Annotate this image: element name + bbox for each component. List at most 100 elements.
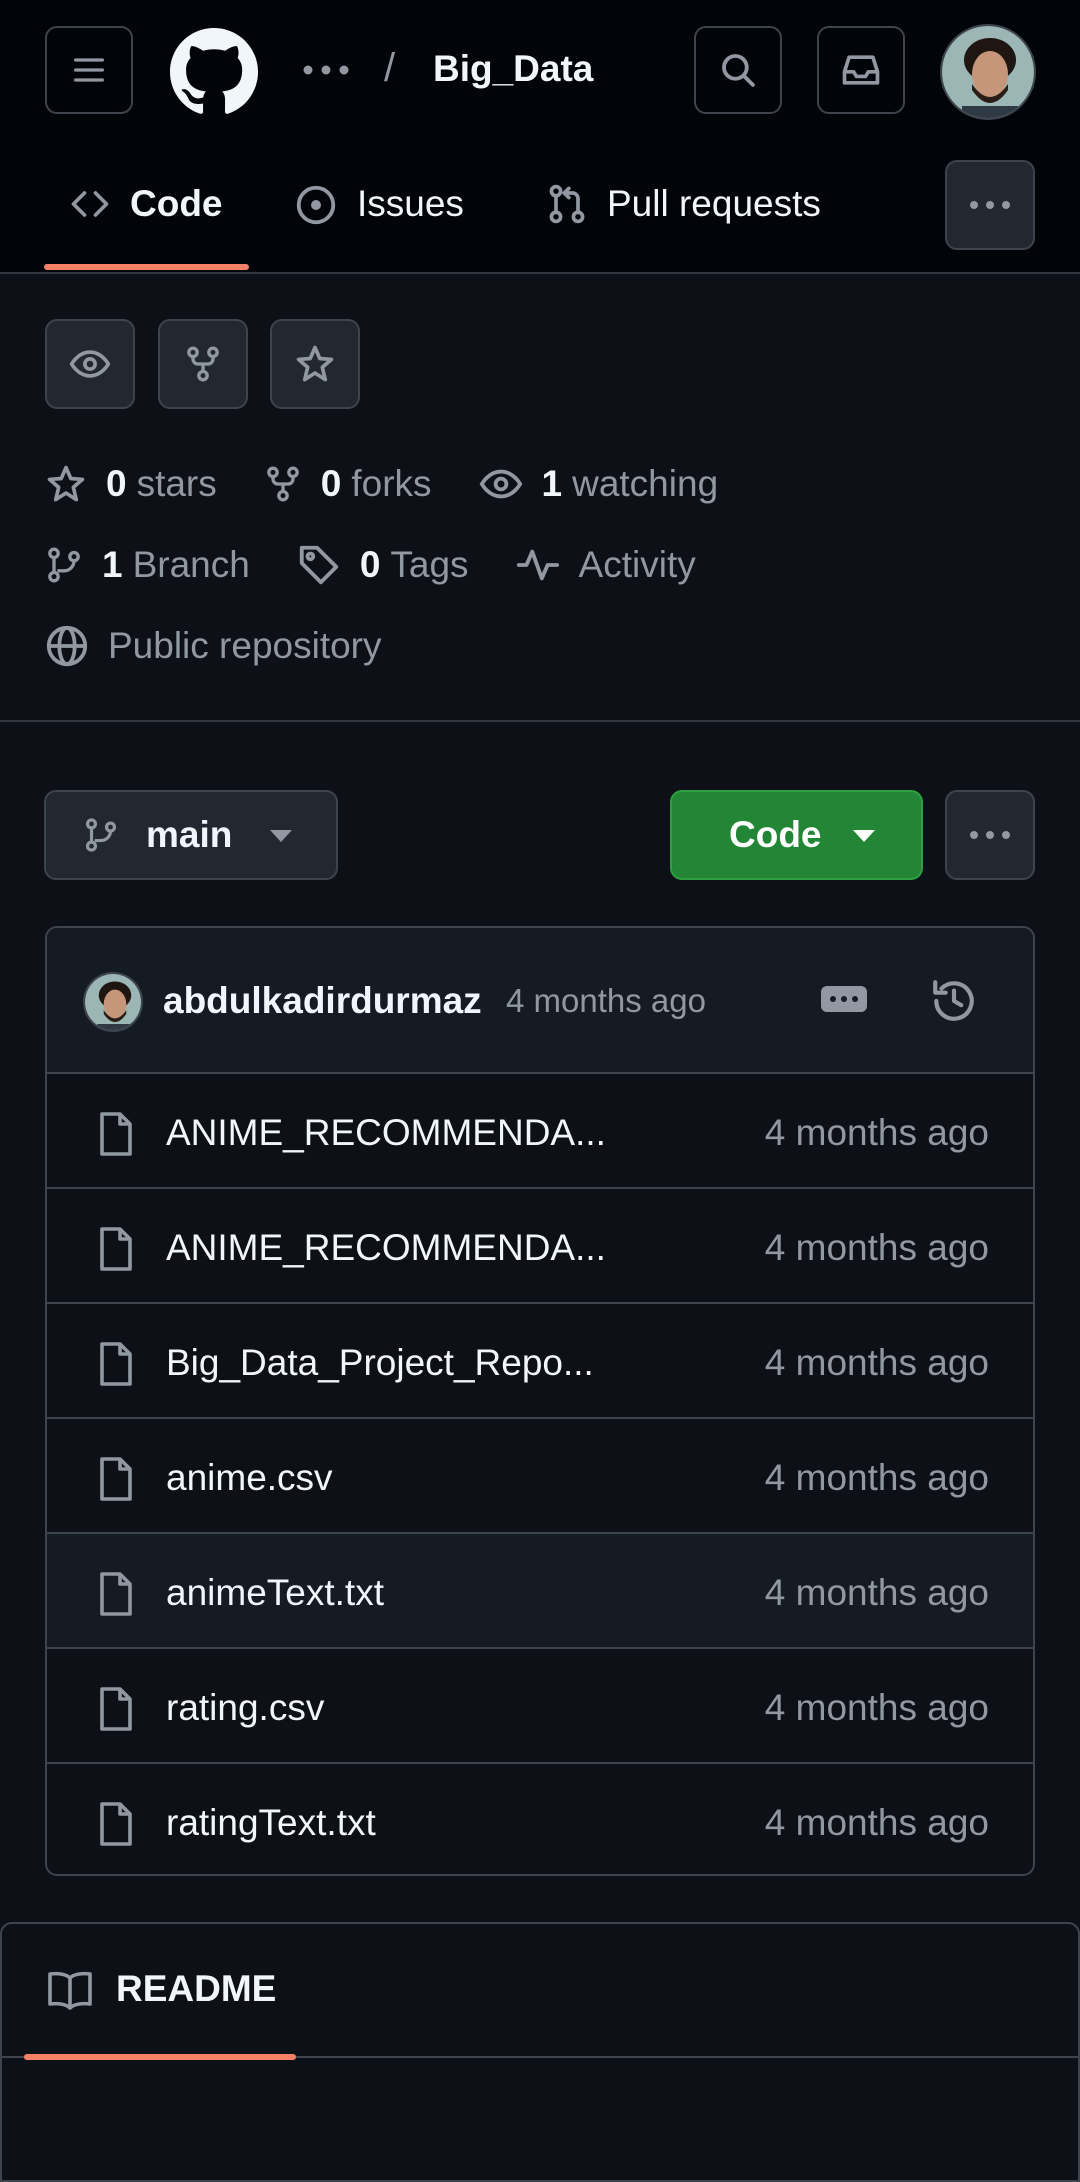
watching-link[interactable]: 1 watching [478,461,719,507]
app-header: / Big_Data Code Issues Pull requests [0,0,1080,274]
visibility-label: Public repository [108,625,382,666]
tab-code-label: Code [130,183,223,224]
latest-commit-row: abdulkadirdurmaz 4 months ago [47,928,1033,1074]
breadcrumb-overflow-icon[interactable] [300,48,352,92]
tab-issues[interactable]: Issues [293,160,464,274]
active-tab-indicator [44,264,249,270]
tags-label: Tags [390,544,469,585]
readme-panel: README [0,1922,1080,2182]
tag-icon [299,545,338,585]
forks-link[interactable]: 0 forks [263,463,432,505]
watch-button[interactable] [45,319,135,409]
commit-author-avatar[interactable] [83,972,143,1032]
branch-icon [48,547,80,583]
file-icon [100,1227,132,1271]
file-row[interactable]: animeText.txt 4 months ago [47,1534,1033,1649]
file-icon [100,1687,132,1731]
forks-label: forks [351,463,432,504]
file-name[interactable]: Big_Data_Project_Repo... [166,1342,594,1384]
branch-name: main [146,814,233,855]
file-name[interactable]: ratingText.txt [166,1802,376,1844]
file-name[interactable]: ANIME_RECOMMENDA... [166,1227,606,1269]
globe-icon [46,625,88,667]
menu-button[interactable] [45,26,133,114]
eye-icon [479,469,522,499]
visibility-info: Public repository [44,623,382,669]
file-icon [100,1112,132,1156]
ellipsis-dot [841,996,847,1002]
star-icon [47,465,85,502]
branch-selector-button[interactable]: main [44,790,338,880]
kebab-horizontal-icon [970,831,1010,839]
file-name[interactable]: ANIME_RECOMMENDA... [166,1112,606,1154]
readme-tab[interactable]: README [116,1968,276,2010]
file-row[interactable]: ratingText.txt 4 months ago [47,1764,1033,1874]
readme-tab-indicator [24,2054,296,2060]
file-row[interactable]: Big_Data_Project_Repo... 4 months ago [47,1304,1033,1419]
fork-button[interactable] [158,319,248,409]
commit-author-name[interactable]: abdulkadirdurmaz [163,980,482,1022]
history-icon [933,980,974,1021]
activity-link[interactable]: Activity [515,542,696,588]
tab-pull-requests-label: Pull requests [607,183,821,224]
file-name[interactable]: animeText.txt [166,1572,384,1614]
code-dropdown-button[interactable]: Code [670,790,923,880]
tabs-overflow-button[interactable] [945,160,1035,250]
pull-request-icon [549,184,585,224]
file-row[interactable]: ANIME_RECOMMENDA... 4 months ago [47,1074,1033,1189]
search-button[interactable] [694,26,782,114]
stars-link[interactable]: 0 stars [44,462,217,506]
github-logo-icon[interactable] [170,28,258,116]
code-button-label: Code [729,814,822,855]
stars-label: stars [136,463,217,504]
repo-refs-row: 1 Branch 0 Tags Activity [44,540,742,590]
tab-issues-label: Issues [357,183,464,224]
branch-icon [85,818,117,852]
tab-pull-requests[interactable]: Pull requests [545,160,821,274]
repo-more-options-button[interactable] [945,790,1035,880]
repo-name-link[interactable]: Big_Data [433,48,593,90]
eye-icon [69,350,111,378]
pulse-icon [516,549,559,581]
tags-count: 0 [359,544,381,585]
file-name[interactable]: rating.csv [166,1687,324,1729]
commit-message-toggle[interactable] [821,986,867,1012]
activity-label: Activity [578,544,696,585]
inbox-button[interactable] [817,26,905,114]
branch-count: 1 [102,544,123,585]
stars-count: 0 [106,463,127,504]
file-name[interactable]: anime.csv [166,1457,333,1499]
file-row[interactable]: rating.csv 4 months ago [47,1649,1033,1764]
file-updated-time: 4 months ago [764,1112,989,1153]
file-icon [100,1457,132,1501]
readme-header: README [2,1924,1078,2060]
branch-label: Branch [132,544,250,585]
branches-link[interactable]: 1 Branch [44,543,250,587]
file-updated-time: 4 months ago [764,1457,989,1498]
file-row[interactable]: ANIME_RECOMMENDA... 4 months ago [47,1189,1033,1304]
repo-nav-tabs: Code Issues Pull requests [0,160,1080,274]
star-button[interactable] [270,319,360,409]
tags-link[interactable]: 0 Tags [296,542,469,588]
file-updated-time: 4 months ago [764,1572,989,1613]
section-divider [0,720,1080,722]
visibility-row: Public repository [44,621,428,671]
file-icon [100,1802,132,1846]
tab-code[interactable]: Code [68,160,223,274]
fork-icon [266,466,299,502]
ellipsis-dot [830,996,836,1002]
watching-label: watching [572,463,719,504]
user-avatar[interactable] [940,24,1036,120]
hamburger-icon [74,58,105,82]
code-icon [71,191,109,217]
file-updated-time: 4 months ago [764,1227,989,1268]
kebab-horizontal-icon [970,201,1010,209]
forks-count: 0 [320,463,342,504]
breadcrumb-separator: / [384,46,396,90]
ellipsis-dot [852,996,858,1002]
commit-time: 4 months ago [506,982,706,1019]
history-button[interactable] [929,976,979,1026]
file-updated-time: 4 months ago [764,1687,989,1728]
file-row[interactable]: anime.csv 4 months ago [47,1419,1033,1534]
caret-down-icon [853,830,875,842]
